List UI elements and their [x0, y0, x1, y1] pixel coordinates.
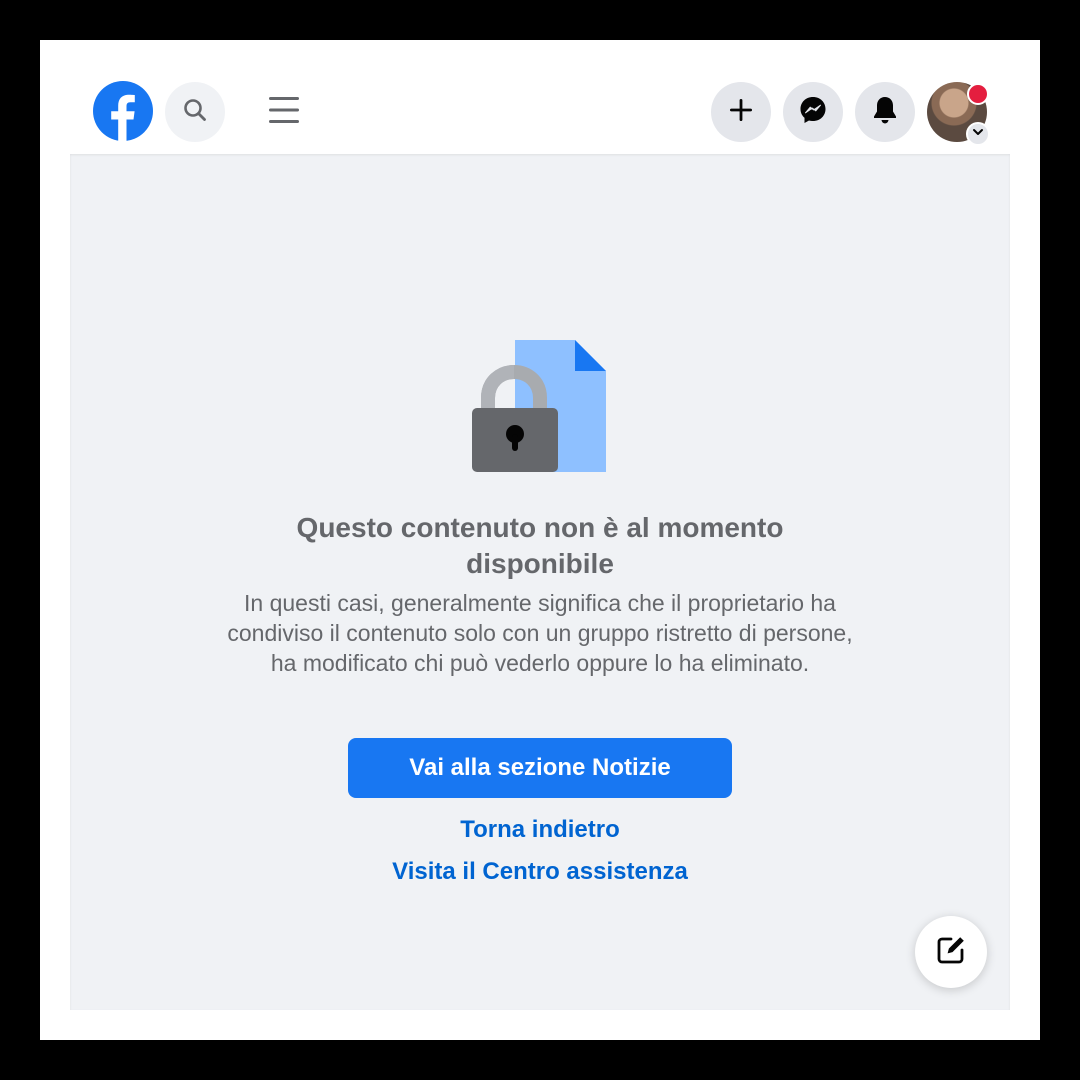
new-message-icon	[935, 934, 967, 971]
chevron-down-icon	[972, 125, 984, 143]
help-center-link[interactable]: Visita il Centro assistenza	[240, 858, 840, 886]
app-window: Questo contenuto non è al momento dispon…	[40, 40, 1040, 1040]
locked-document-icon	[470, 338, 610, 478]
hamburger-menu-icon	[268, 94, 300, 131]
search-icon	[182, 97, 208, 128]
create-button[interactable]	[711, 82, 771, 142]
top-navigation-bar	[40, 40, 1040, 154]
search-button[interactable]	[165, 82, 225, 142]
new-message-button[interactable]	[915, 916, 987, 988]
go-back-link[interactable]: Torna indietro	[240, 816, 840, 844]
messenger-button[interactable]	[783, 82, 843, 142]
go-to-news-feed-button[interactable]: Vai alla sezione Notizie	[348, 738, 732, 798]
account-menu-button[interactable]	[966, 122, 990, 146]
notification-dot	[967, 83, 989, 105]
page-title: Questo contenuto non è al momento dispon…	[296, 512, 784, 579]
messenger-icon	[798, 95, 828, 130]
menu-button[interactable]	[254, 82, 314, 142]
main-content: Questo contenuto non è al momento dispon…	[70, 154, 1010, 1010]
facebook-logo-icon[interactable]	[93, 81, 153, 141]
bell-icon	[871, 95, 899, 130]
notifications-button[interactable]	[855, 82, 915, 142]
description-text: In questi casi, generalmente significa c…	[227, 590, 853, 676]
plus-icon	[729, 98, 753, 127]
